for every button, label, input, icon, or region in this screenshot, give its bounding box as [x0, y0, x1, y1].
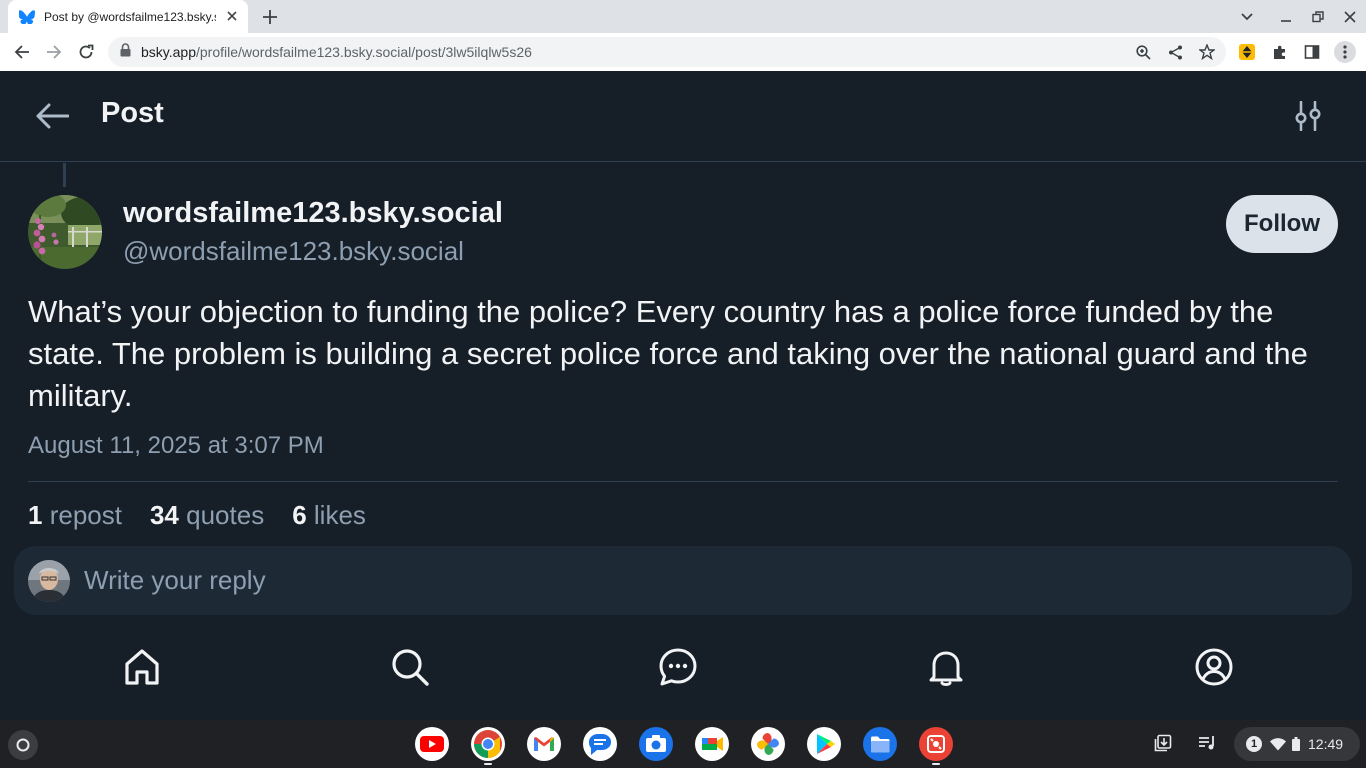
launcher-icon[interactable]: [8, 730, 38, 760]
gmail-icon[interactable]: [527, 727, 561, 761]
url-text: bsky.app/profile/wordsfailme123.bsky.soc…: [141, 44, 532, 60]
reposts-count: 1: [28, 500, 43, 530]
reposts-label: repost: [49, 500, 122, 530]
likes-count: 6: [292, 500, 307, 530]
chat-icon[interactable]: [654, 643, 702, 691]
thread-settings-icon[interactable]: [1288, 96, 1328, 136]
post-text: What’s your objection to funding the pol…: [28, 294, 1308, 413]
follow-button[interactable]: Follow: [1226, 195, 1338, 253]
chrome-running-indicator: [484, 763, 492, 765]
files-icon[interactable]: [863, 727, 897, 761]
wifi-icon: [1270, 737, 1286, 751]
new-tab-icon[interactable]: [258, 5, 282, 29]
clock: 12:49: [1308, 736, 1344, 752]
post-stats: 1 repost 34 quotes 6 likes: [28, 500, 394, 531]
chrome-icon[interactable]: [471, 727, 505, 761]
bell-icon[interactable]: [922, 643, 970, 691]
url-path: /profile/wordsfailme123.bsky.social/post…: [196, 44, 532, 60]
back-button[interactable]: [30, 96, 74, 136]
divider: [28, 481, 1338, 482]
author-display-name[interactable]: wordsfailme123.bsky.social: [123, 197, 503, 230]
quotes-label: quotes: [186, 500, 265, 530]
reply-placeholder: Write your reply: [84, 565, 266, 595]
close-window-icon[interactable]: [1339, 6, 1361, 28]
bluesky-favicon-icon: [18, 8, 36, 26]
forward-arrow-icon[interactable]: [42, 40, 66, 64]
search-icon[interactable]: [386, 643, 434, 691]
bookmark-star-icon[interactable]: [1198, 43, 1216, 61]
lock-icon[interactable]: [120, 42, 131, 62]
reply-composer[interactable]: Write your reply: [14, 546, 1352, 615]
close-tab-icon[interactable]: [224, 8, 240, 24]
thread-line: [63, 163, 66, 187]
back-arrow-icon[interactable]: [10, 40, 34, 64]
post-header: Post: [0, 71, 1366, 162]
messages-icon[interactable]: [583, 727, 617, 761]
quotes-stat[interactable]: 34 quotes: [150, 500, 264, 531]
likes-stat[interactable]: 6 likes: [292, 500, 366, 531]
quotes-count: 34: [149, 500, 179, 530]
author-handle[interactable]: @wordsfailme123.bsky.social: [123, 236, 464, 267]
status-area[interactable]: 1 12:49: [1234, 727, 1360, 761]
battery-icon: [1292, 737, 1300, 751]
browser-tab[interactable]: Post by @wordsfailme123.bsky.social: [8, 0, 248, 33]
screencast-icon[interactable]: [919, 727, 953, 761]
page-title: Post: [101, 97, 164, 129]
tab-strip: Post by @wordsfailme123.bsky.social: [0, 0, 1366, 33]
reload-icon[interactable]: [74, 40, 98, 64]
bottom-navigation: [0, 621, 1366, 720]
media-controls-icon[interactable]: [1196, 732, 1218, 754]
extension-shield-icon[interactable]: [1237, 42, 1257, 62]
kebab-menu-icon[interactable]: [1334, 41, 1356, 63]
post-timestamp: August 11, 2025 at 3:07 PM: [28, 432, 324, 459]
share-icon[interactable]: [1166, 43, 1184, 61]
minimize-icon[interactable]: [1275, 6, 1297, 28]
author-avatar[interactable]: [28, 195, 102, 269]
notification-count-badge: 1: [1246, 736, 1262, 752]
google-meet-icon[interactable]: [695, 727, 729, 761]
restore-icon[interactable]: [1307, 6, 1329, 28]
reposts-stat[interactable]: 1 repost: [28, 500, 122, 531]
tab-title: Post by @wordsfailme123.bsky.social: [44, 9, 216, 24]
tab-search-chevron-icon[interactable]: [1236, 6, 1258, 28]
home-icon[interactable]: [118, 643, 166, 691]
youtube-icon[interactable]: [415, 727, 449, 761]
url-host: bsky.app: [141, 44, 196, 60]
user-avatar: [28, 559, 70, 602]
address-bar[interactable]: bsky.app/profile/wordsfailme123.bsky.soc…: [108, 37, 1226, 67]
browser-toolbar: bsky.app/profile/wordsfailme123.bsky.soc…: [0, 33, 1366, 71]
holding-space-icon[interactable]: [1152, 732, 1174, 754]
google-photos-icon[interactable]: [751, 727, 785, 761]
play-store-icon[interactable]: [807, 727, 841, 761]
camera-icon[interactable]: [639, 727, 673, 761]
profile-icon[interactable]: [1190, 643, 1238, 691]
bluesky-app: Post wordsfailme123.bsky.social @wordsfa…: [0, 71, 1366, 720]
extensions-puzzle-icon[interactable]: [1270, 42, 1290, 62]
zoom-icon[interactable]: [1134, 43, 1152, 61]
side-panel-icon[interactable]: [1302, 42, 1322, 62]
screencast-running-indicator: [932, 763, 940, 765]
likes-label: likes: [313, 500, 366, 530]
